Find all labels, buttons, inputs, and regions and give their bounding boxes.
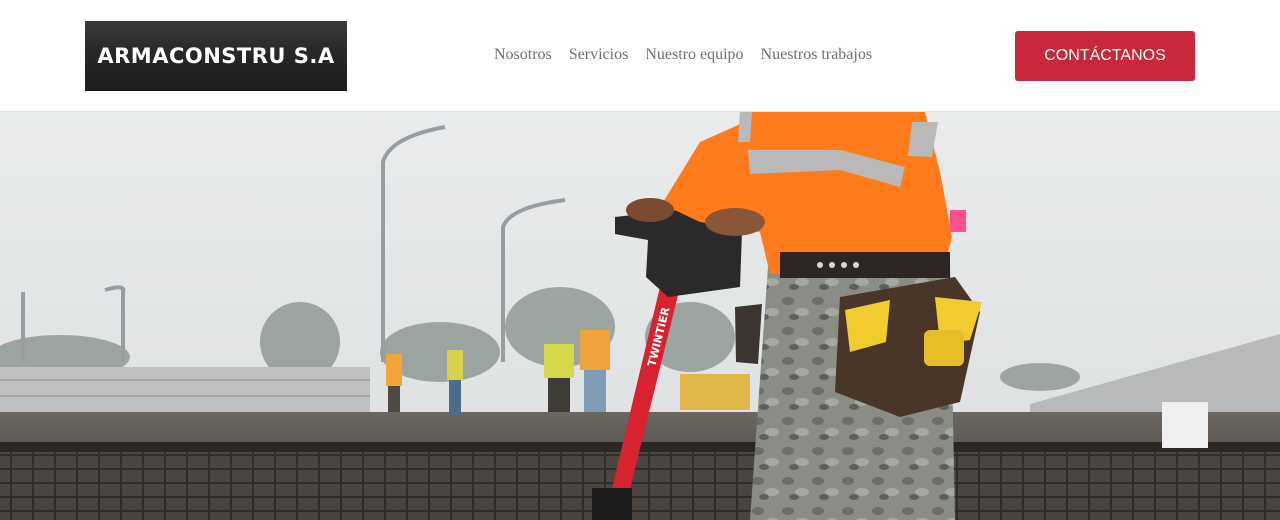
nav-link-nuestro-equipo[interactable]: Nuestro equipo [645, 46, 743, 64]
hero-image: TWINTIER [0, 112, 1280, 520]
nav-link-nosotros[interactable]: Nosotros [494, 46, 552, 64]
contact-button[interactable]: CONTÁCTANOS [1015, 31, 1195, 81]
nav-link-servicios[interactable]: Servicios [569, 46, 629, 64]
brand-logo-text: ARMACONSTRU S.A [97, 44, 335, 68]
main-nav: Nosotros Servicios Nuestro equipo Nuestr… [494, 46, 872, 64]
brand-logo[interactable]: ARMACONSTRU S.A [85, 21, 347, 91]
site-header: ARMACONSTRU S.A Nosotros Servicios Nuest… [0, 0, 1280, 112]
hero-banner: TWINTIER [0, 112, 1280, 520]
nav-link-nuestros-trabajos[interactable]: Nuestros trabajos [761, 46, 873, 64]
